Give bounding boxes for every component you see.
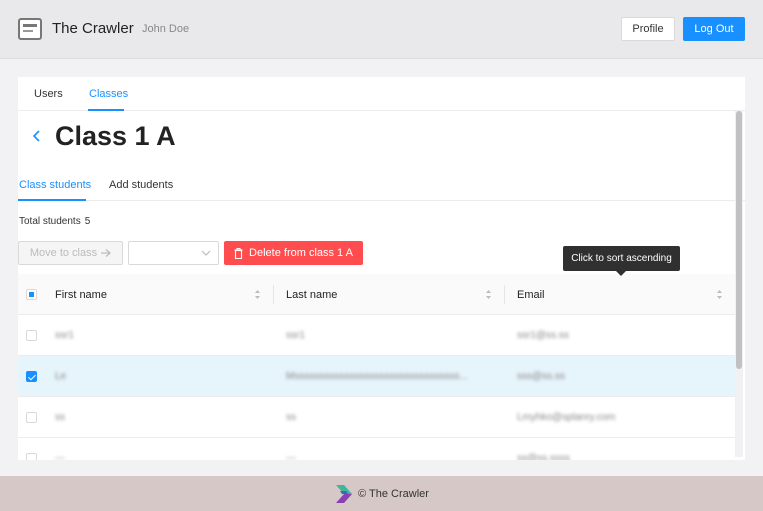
tooltip-arrow	[616, 271, 626, 276]
cell-last-name: ssr1	[286, 330, 305, 341]
column-divider	[273, 285, 274, 304]
cell-email: Lmyhko@splanry.com	[517, 412, 616, 423]
page-title: Class 1 A	[55, 121, 176, 151]
table-row[interactable]: ss ss Lmyhko@splanry.com	[18, 397, 736, 438]
total-students-label: Total students	[19, 216, 81, 227]
move-to-class-button[interactable]: Move to class	[18, 241, 123, 265]
cell-last-name: Msssssssssssssssssssssssssssssssss...	[286, 371, 468, 382]
cell-email: ss@ss.ssss	[517, 453, 570, 460]
total-students-value: 5	[84, 216, 91, 227]
sub-tab-active-indicator	[18, 199, 86, 201]
table-row[interactable]: --- --- ss@ss.ssss	[18, 438, 736, 460]
column-first-name[interactable]: First name	[55, 274, 107, 315]
row-checkbox[interactable]	[26, 371, 37, 382]
table-header: First name Last name Email	[18, 274, 736, 315]
tab-class-students[interactable]: Class students	[19, 179, 91, 191]
sort-icon[interactable]	[485, 289, 492, 300]
tab-active-indicator	[88, 109, 124, 111]
column-divider	[504, 285, 505, 304]
row-checkbox[interactable]	[26, 453, 37, 460]
row-checkbox[interactable]	[26, 330, 37, 341]
table-row[interactable]: Le Msssssssssssssssssssssssssssssssss...…	[18, 356, 736, 397]
delete-from-class-label: Delete from class 1 A	[249, 247, 353, 259]
sub-tabs: Class students Add students	[18, 173, 745, 201]
row-checkbox[interactable]	[26, 412, 37, 423]
crawler-logo-icon	[336, 484, 353, 503]
class-select[interactable]	[128, 241, 219, 265]
chevron-left-icon[interactable]	[32, 129, 42, 143]
app-logo-icon[interactable]	[18, 18, 42, 40]
students-table: First name Last name Email ssr1 ssr1 ssr…	[18, 274, 736, 460]
user-name: John Doe	[142, 23, 190, 35]
tab-users[interactable]: Users	[34, 88, 63, 100]
move-to-class-label: Move to class	[29, 247, 98, 259]
trash-icon	[234, 247, 243, 259]
sort-tooltip: Click to sort ascending	[563, 246, 680, 271]
app-title: The Crawler	[52, 20, 134, 37]
main-panel: Users Classes Class 1 A Class students A…	[18, 77, 745, 460]
column-email[interactable]: Email	[517, 274, 545, 315]
top-tabs: Users Classes	[18, 77, 745, 111]
sort-icon[interactable]	[716, 289, 723, 300]
app-footer: © The Crawler	[0, 476, 763, 511]
footer-text: © The Crawler	[358, 487, 429, 500]
scrollbar-thumb[interactable]	[736, 111, 742, 369]
cell-first-name: ssr1	[55, 330, 74, 341]
vertical-scrollbar[interactable]	[735, 111, 743, 457]
column-last-name[interactable]: Last name	[286, 274, 337, 315]
cell-last-name: ---	[286, 453, 296, 460]
delete-from-class-button[interactable]: Delete from class 1 A	[224, 241, 363, 265]
cell-email: ssr1@ss.ss	[517, 330, 569, 341]
select-all-checkbox[interactable]	[26, 289, 37, 300]
app-header: The Crawler John Doe Profile Log Out	[0, 0, 763, 59]
cell-email: sss@ss.ss	[517, 371, 565, 382]
tab-classes[interactable]: Classes	[89, 88, 128, 100]
profile-button[interactable]: Profile	[621, 17, 675, 41]
arrow-right-icon	[101, 249, 112, 257]
cell-first-name: Le	[55, 371, 67, 382]
tab-add-students[interactable]: Add students	[109, 179, 173, 191]
table-row[interactable]: ssr1 ssr1 ssr1@ss.ss	[18, 315, 736, 356]
sort-icon[interactable]	[254, 289, 261, 300]
cell-first-name: ---	[55, 453, 65, 460]
total-students: Total students 5	[19, 216, 90, 227]
cell-first-name: ss	[55, 412, 65, 423]
logout-button[interactable]: Log Out	[683, 17, 745, 41]
cell-last-name: ss	[286, 412, 296, 423]
chevron-down-icon	[201, 250, 211, 256]
